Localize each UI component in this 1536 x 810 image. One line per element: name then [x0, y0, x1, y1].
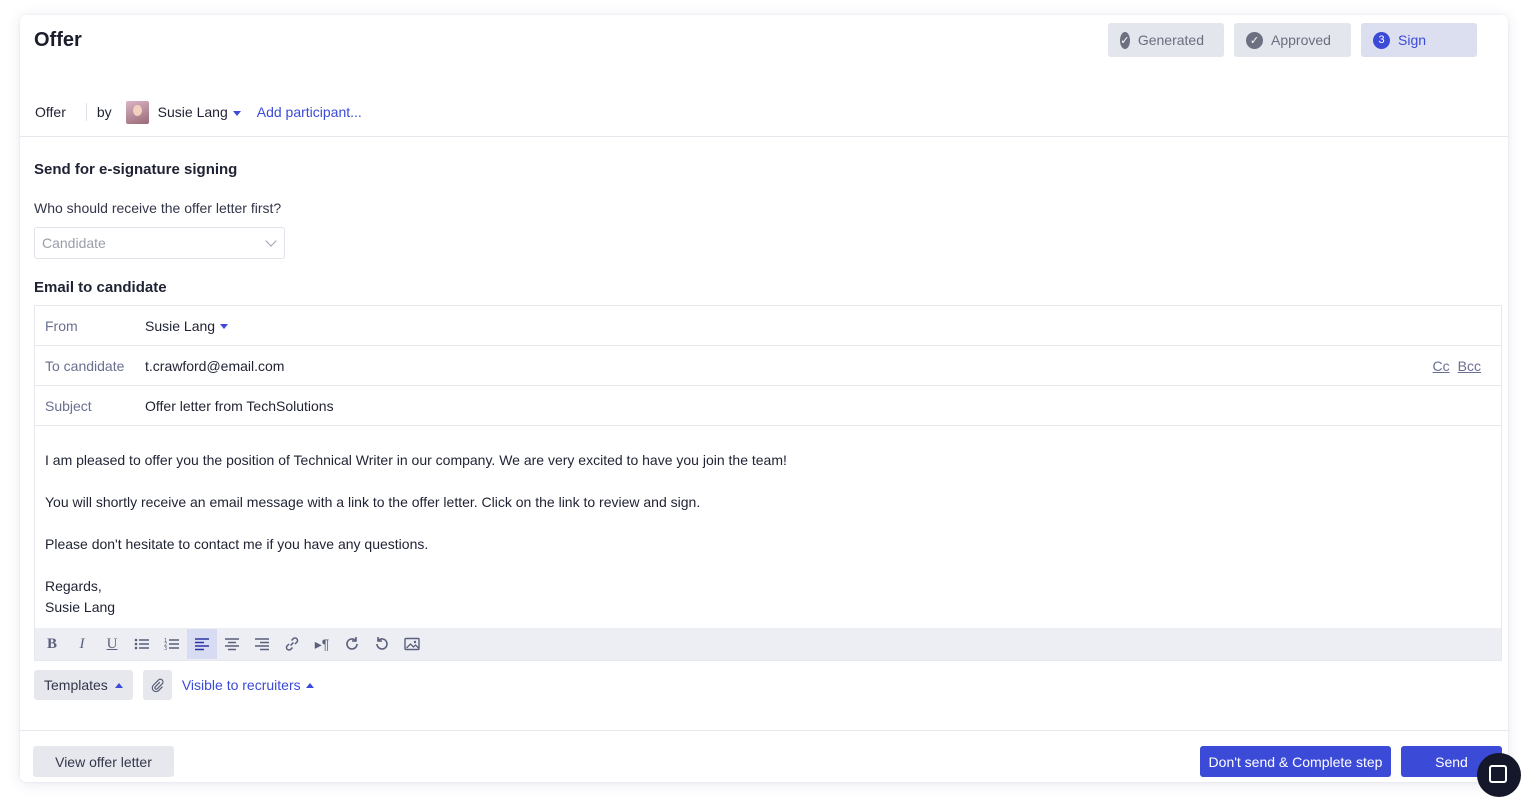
templates-label: Templates [44, 677, 108, 693]
divider [85, 103, 87, 121]
bold-icon[interactable]: B [37, 629, 67, 659]
body-signature: Susie Lang [45, 599, 116, 615]
step-sign[interactable]: 3 Sign [1361, 23, 1477, 57]
caret-down-icon [220, 324, 229, 330]
body-closing: Regards, [45, 578, 102, 594]
link-icon[interactable] [277, 629, 307, 659]
step-approved[interactable]: ✓ Approved [1234, 23, 1351, 57]
doc-type: Offer [35, 104, 66, 120]
avatar [125, 100, 149, 124]
recipient-select-value: Candidate [42, 235, 106, 251]
step-tracker: ✓ Generated ✓ Approved 3 Sign [1108, 23, 1477, 57]
italic-icon[interactable]: I [67, 629, 97, 659]
paperclip-icon [151, 678, 164, 692]
to-field[interactable]: t.crawford@email.com [145, 358, 284, 374]
align-right-icon[interactable] [247, 629, 277, 659]
check-icon: ✓ [1246, 31, 1263, 49]
templates-button[interactable]: Templates [34, 670, 133, 700]
view-offer-letter-button[interactable]: View offer letter [33, 746, 174, 777]
email-heading: Email to candidate [34, 279, 167, 296]
cc-bcc-links: Cc Bcc [1433, 358, 1481, 374]
owner-select[interactable]: Susie Lang [158, 104, 241, 120]
body-paragraph: Please don't hesitate to contact me if y… [45, 536, 429, 552]
from-select[interactable]: Susie Lang [145, 317, 229, 334]
subject-field[interactable]: Offer letter from TechSolutions [145, 398, 334, 414]
email-composer: From Susie Lang To candidate t.crawford@… [34, 305, 1502, 661]
footer-divider [20, 730, 1508, 731]
body-paragraph: You will shortly receive an email messag… [45, 494, 701, 510]
recipient-question: Who should receive the offer letter firs… [34, 200, 282, 216]
subject-label: Subject [45, 397, 92, 414]
by-label: by [96, 104, 112, 120]
step-number: 3 [1373, 31, 1390, 49]
owner-name: Susie Lang [157, 104, 228, 120]
caret-up-icon [114, 682, 123, 688]
caret-up-icon [305, 682, 314, 688]
undo-icon[interactable] [367, 629, 397, 659]
caret-down-icon [232, 110, 241, 116]
body-paragraph: I am pleased to offer you the position o… [45, 452, 787, 468]
header-divider [20, 136, 1508, 137]
text-direction-icon[interactable]: ▸¶ [307, 629, 337, 659]
step-label: Sign [1398, 32, 1427, 48]
complete-step-button[interactable]: Don't send & Complete step [1200, 746, 1391, 777]
image-icon[interactable] [397, 629, 427, 659]
chat-widget-button[interactable] [1477, 753, 1521, 797]
signing-heading: Send for e-signature signing [34, 161, 238, 178]
to-row: To candidate t.crawford@email.com Cc Bcc [35, 346, 1501, 386]
bcc-link[interactable]: Bcc [1458, 358, 1481, 374]
from-row: From Susie Lang [35, 306, 1501, 346]
subject-row: Subject Offer letter from TechSolutions [35, 386, 1501, 426]
bullet-list-icon[interactable] [127, 629, 157, 659]
step-generated[interactable]: ✓ Generated [1108, 23, 1224, 57]
offer-card: Offer ✓ Generated ✓ Approved 3 Sign Offe… [20, 15, 1508, 782]
cc-link[interactable]: Cc [1433, 358, 1450, 374]
redo-icon[interactable] [337, 629, 367, 659]
visibility-label: Visible to recruiters [181, 677, 301, 693]
numbered-list-icon[interactable]: 123 [157, 629, 187, 659]
underline-icon[interactable]: U [97, 629, 127, 659]
align-center-icon[interactable] [217, 629, 247, 659]
attach-button[interactable] [142, 670, 172, 700]
composer-tools: Templates Visible to recruiters [34, 670, 314, 700]
recipient-select[interactable]: Candidate [34, 227, 285, 259]
to-label: To candidate [45, 357, 125, 374]
step-label: Approved [1271, 32, 1331, 48]
email-body-editor[interactable]: I am pleased to offer you the position o… [35, 426, 1501, 629]
from-label: From [45, 317, 78, 334]
offer-meta: Offer by Susie Lang Add participant... [35, 100, 362, 124]
step-label: Generated [1137, 32, 1204, 48]
check-icon: ✓ [1120, 31, 1130, 49]
page-title: Offer [34, 29, 82, 51]
chevron-down-icon [265, 235, 277, 247]
visibility-select[interactable]: Visible to recruiters [182, 677, 314, 693]
add-participant-link[interactable]: Add participant... [257, 104, 362, 120]
from-value: Susie Lang [145, 317, 216, 334]
svg-text:3: 3 [164, 646, 167, 652]
align-left-icon[interactable] [187, 629, 217, 659]
formatting-toolbar: B I U 123 ▸¶ [35, 628, 1501, 660]
